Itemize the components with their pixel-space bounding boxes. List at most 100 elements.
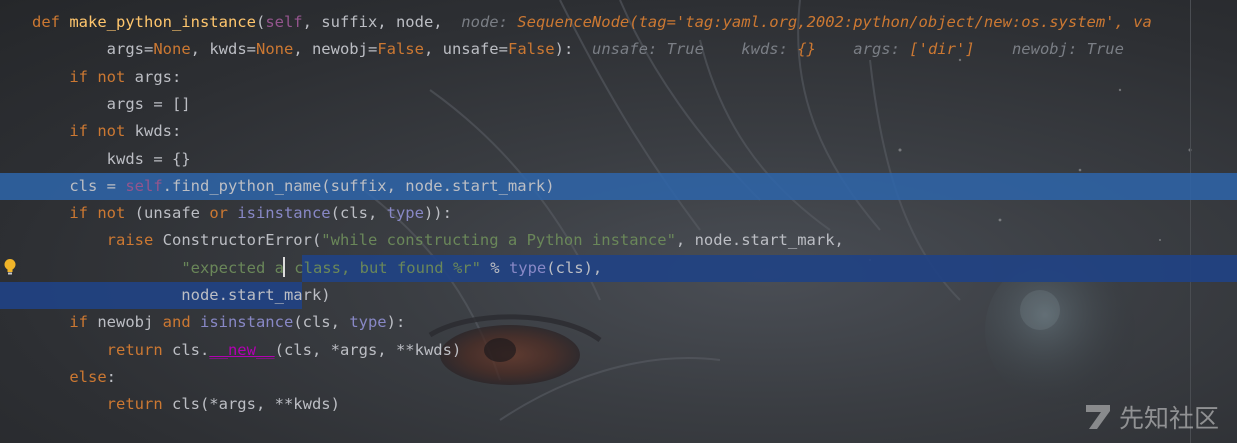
code-token: or — [209, 204, 238, 223]
code-token: self — [265, 13, 303, 31]
code-token: newobj — [97, 313, 163, 332]
watermark-text: 先知社区 — [1118, 404, 1219, 433]
code-token: if not — [69, 67, 135, 86]
code-line[interactable]: args = [] — [0, 91, 1237, 118]
code-token: False — [507, 40, 555, 59]
code-token: .find_python_name(suffix, node.start_mar… — [162, 176, 555, 195]
code-text: node.start_mark) — [32, 282, 331, 309]
code-token: cls(*args, **kwds) — [171, 395, 340, 414]
code-token: (cls), — [546, 258, 603, 277]
code-token: (cls, *args, **kwds) — [274, 340, 462, 359]
code-token: if not — [69, 204, 135, 223]
code-text: def make_python_instance(self, suffix, n… — [32, 9, 1152, 36]
code-token: : — [106, 367, 116, 386]
code-line[interactable]: raise ConstructorError("while constructi… — [0, 227, 1237, 254]
code-token: None — [153, 40, 191, 59]
code-line[interactable]: "expected a class, but found %r" % type(… — [0, 254, 1237, 282]
code-token: (unsafe — [134, 204, 210, 223]
code-line[interactable]: if not kwds: — [0, 118, 1237, 145]
code-line[interactable]: node.start_mark) — [0, 282, 1237, 309]
code-line[interactable]: if not args: — [0, 64, 1237, 91]
code-token: {} — [797, 40, 816, 59]
code-token: if not — [69, 122, 135, 141]
code-token: "expected a — [181, 258, 284, 277]
code-line[interactable]: args=None, kwds=None, newobj=False, unsa… — [0, 36, 1237, 63]
code-token: args= — [32, 40, 154, 59]
code-token: ): — [554, 40, 592, 59]
code-token: else — [69, 367, 107, 386]
code-text: raise ConstructorError("while constructi… — [32, 227, 844, 254]
code-line[interactable]: if not (unsafe or isinstance(cls, type))… — [0, 200, 1237, 227]
code-token: newobj: True — [974, 40, 1124, 59]
code-token: self — [125, 176, 163, 195]
code-token: % — [480, 258, 509, 277]
code-text: args = [] — [32, 91, 191, 118]
code-token: args: — [815, 40, 910, 59]
code-token: return — [106, 395, 172, 414]
code-token: cls. — [171, 340, 210, 359]
code-token: def — [32, 13, 70, 31]
code-line[interactable]: else: — [0, 364, 1237, 391]
code-token: class, but found %r" — [284, 258, 481, 277]
code-token: __new__ — [209, 340, 275, 359]
code-token: , suffix, node, — [302, 13, 462, 31]
code-token: isinstance — [199, 313, 294, 332]
code-token: raise — [106, 231, 163, 250]
code-token: (cls, — [293, 313, 350, 332]
code-token: args: — [134, 67, 182, 86]
code-token: )): — [423, 204, 452, 223]
code-token: False — [377, 40, 424, 59]
code-token: ): — [386, 313, 406, 332]
code-line[interactable]: cls = self.find_python_name(suffix, node… — [0, 172, 1237, 200]
code-text: if not kwds: — [32, 118, 181, 145]
code-token: node: — [461, 13, 518, 31]
code-text: return cls(*args, **kwds) — [32, 391, 340, 418]
code-text: if not (unsafe or isinstance(cls, type))… — [32, 200, 452, 227]
xianzhi-logo-icon — [1085, 405, 1110, 429]
code-text: if newobj and isinstance(cls, type): — [32, 309, 405, 336]
code-token: , unsafe= — [423, 40, 508, 59]
code-token: args = [] — [32, 94, 191, 113]
code-token: kwds = {} — [32, 149, 191, 168]
code-line[interactable]: kwds = {} — [0, 146, 1237, 173]
code-token: ( — [255, 13, 266, 31]
code-token: cls = — [32, 176, 126, 195]
code-token: if — [69, 313, 98, 332]
code-token: , kwds= — [190, 40, 256, 59]
code-text: return cls.__new__(cls, *args, **kwds) — [32, 337, 462, 364]
code-line[interactable]: return cls(*args, **kwds) — [0, 391, 1237, 418]
code-token: SequenceNode(tag='tag:yaml.org,2002:pyth… — [517, 13, 1152, 31]
code-token: ConstructorError( — [162, 231, 322, 250]
code-token: (cls, — [330, 204, 387, 223]
code-token: kwds: — [134, 122, 182, 141]
code-token: make_python_instance — [69, 13, 256, 31]
code-text: else: — [32, 364, 116, 391]
code-text: "expected a class, but found %r" % type(… — [32, 255, 602, 282]
code-token: return — [106, 340, 172, 359]
code-text: cls = self.find_python_name(suffix, node… — [32, 173, 555, 200]
code-line[interactable]: if newobj and isinstance(cls, type): — [0, 309, 1237, 336]
code-token: "while constructing a Python instance" — [321, 231, 676, 250]
code-token: ['dir'] — [909, 40, 975, 59]
code-token: node.start_mark) — [32, 286, 331, 304]
code-editor[interactable]: def make_python_instance(self, suffix, n… — [0, 0, 1237, 443]
code-line[interactable]: return cls.__new__(cls, *args, **kwds) — [0, 337, 1237, 364]
code-text: if not args: — [32, 64, 181, 91]
code-token: type — [349, 313, 387, 332]
code-token: , newobj= — [293, 40, 378, 59]
code-token: type — [508, 258, 547, 277]
code-token: and — [162, 313, 200, 332]
code-text: args=None, kwds=None, newobj=False, unsa… — [32, 36, 1124, 63]
code-token: type — [386, 204, 424, 223]
code-token: , node.start_mark, — [675, 231, 844, 250]
code-line[interactable]: def make_python_instance(self, suffix, n… — [0, 9, 1237, 36]
watermark: 先知社区 — [1083, 399, 1219, 435]
